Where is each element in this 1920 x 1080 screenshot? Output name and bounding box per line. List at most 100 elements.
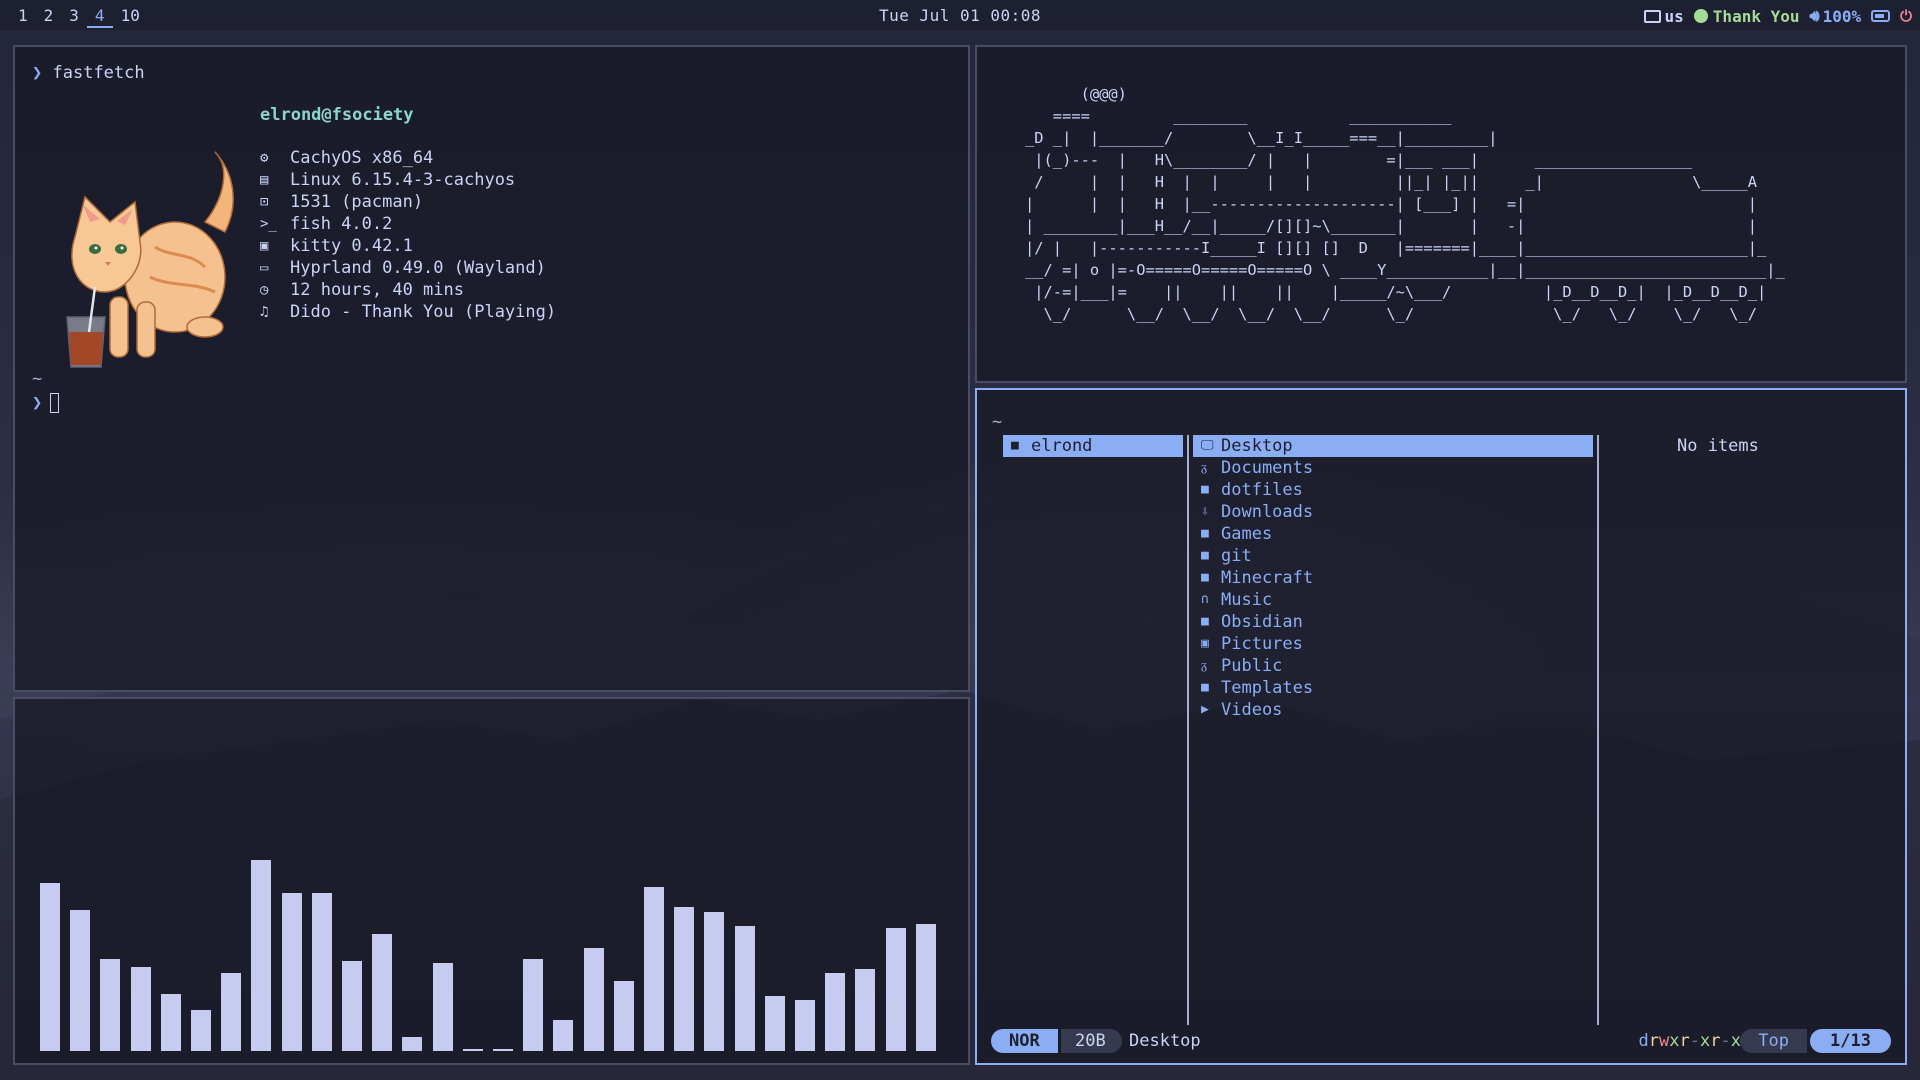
folder-icon: ■ (1201, 482, 1209, 497)
entry-music[interactable]: ∩ Music (1193, 589, 1593, 611)
item-label: Videos (1221, 700, 1283, 720)
visualizer-bar (191, 1010, 211, 1051)
volume-widget[interactable]: 🔊︎ 100% (1810, 6, 1862, 26)
clock-icon: ◷ (260, 282, 269, 298)
entry-games[interactable]: ■ Games (1193, 523, 1593, 545)
keyboard-layout-label: us (1664, 6, 1684, 26)
item-label: elrond (1031, 436, 1093, 456)
visualizer-bars (40, 831, 950, 1051)
entry-videos[interactable]: ▶ Videos (1193, 699, 1593, 721)
prompt-chevron-icon: ❯ (32, 393, 43, 413)
visualizer-bar (281, 893, 302, 1051)
visualizer-bar (795, 1000, 815, 1051)
info-row-wm: ▭ Hyprland 0.49.0 (Wayland) (260, 257, 556, 279)
permissions: drwxr-xr-x (1638, 1031, 1742, 1051)
info-row-text: CachyOS x86_64 (290, 148, 434, 168)
item-label: Music (1221, 590, 1273, 610)
entry-desktop[interactable]: 🖵 Desktop (1193, 435, 1593, 457)
visualizer-bar (493, 1049, 513, 1051)
selected-size: 20B (1061, 1029, 1122, 1053)
visualizer-bar (553, 1020, 574, 1051)
preview-empty-text: No items (1677, 436, 1759, 456)
top-bar: 1 2 3 4 10 Tue Jul 01 00:08 us Thank You… (0, 0, 1920, 30)
clock[interactable]: Tue Jul 01 00:08 (0, 6, 1920, 25)
folder-icon: ■ (1201, 614, 1209, 629)
visualizer-bar (251, 860, 272, 1051)
battery-icon[interactable] (1871, 10, 1891, 22)
audio-visualizer-window[interactable] (13, 697, 970, 1065)
entry-public[interactable]: ᵹ Public (1193, 655, 1593, 677)
info-row-text: Linux 6.15.4-3-cachyos (290, 170, 516, 190)
info-row-text: fish 4.0.2 (290, 214, 393, 234)
visualizer-bar (523, 959, 544, 1051)
active-prompt[interactable]: ❯ (32, 393, 60, 413)
item-label: Public (1221, 656, 1283, 676)
terminal-sl-train-window[interactable]: (@@@) ==== ________ ___________ _D _| |_… (975, 45, 1907, 383)
current-path: ~ (992, 412, 1003, 432)
visualizer-bar (221, 973, 242, 1051)
visualizer-bar (885, 928, 906, 1051)
music-icon: ♫ (260, 304, 269, 320)
yazi-file-manager-window[interactable]: ~ ■ elrond 🖵 Desktop ᵹ Documents ■ dotfiles… (975, 388, 1907, 1065)
server-icon: ▤ (260, 172, 269, 188)
visualizer-bar (402, 1037, 423, 1051)
volume-label: 100% (1822, 6, 1862, 26)
media-widget[interactable]: Thank You (1693, 6, 1800, 26)
item-label: Minecraft (1221, 568, 1314, 588)
visualizer-bar (613, 981, 634, 1051)
info-row-kernel: ▤ Linux 6.15.4-3-cachyos (260, 169, 556, 191)
entry-minecraft[interactable]: ■ Minecraft (1193, 567, 1593, 589)
visualizer-bar (583, 948, 604, 1051)
keyboard-layout-widget[interactable]: us (1643, 6, 1684, 26)
info-row-text: Hyprland 0.49.0 (Wayland) (290, 258, 546, 278)
cat-logo-image (66, 151, 234, 368)
terminal-fastfetch-window[interactable]: ❯ fastfetch elrond@fsociety ⚙ CachyOS x86… (13, 45, 970, 692)
system-info: elrond@fsociety ⚙ CachyOS x86_64 ▤ Linux 6… (260, 105, 556, 323)
column-divider (1597, 435, 1599, 1025)
visualizer-bar (462, 1049, 483, 1051)
info-row-text: 1531 (pacman) (290, 192, 424, 212)
item-label: Documents (1221, 458, 1314, 478)
info-row-shell: >_ fish 4.0.2 (260, 213, 556, 235)
headphones-icon: ∩ (1201, 592, 1209, 607)
parent-column: ■ elrond (1003, 435, 1183, 457)
info-row-packages: ⊡ 1531 (pacman) (260, 191, 556, 213)
entry-templates[interactable]: ■ Templates (1193, 677, 1593, 699)
system-tray: us Thank You 🔊︎ 100% ⏻ (1643, 6, 1912, 26)
user-host: elrond@fsociety (260, 105, 414, 125)
spotify-icon (1693, 9, 1708, 23)
ascii-train-art: (@@@) ==== ________ ___________ _D _| |_… (1025, 85, 1785, 323)
parent-item-elrond[interactable]: ■ elrond (1003, 435, 1183, 457)
entry-git[interactable]: ■ git (1193, 545, 1593, 567)
entry-pictures[interactable]: ▣ Pictures (1193, 633, 1593, 655)
visualizer-bar (855, 969, 876, 1051)
video-icon: ▶ (1201, 702, 1209, 717)
visualizer-bar (915, 924, 936, 1051)
item-label: Templates (1221, 678, 1314, 698)
column-divider (1187, 435, 1189, 1025)
now-playing-label: Thank You (1712, 6, 1800, 26)
entry-dotfiles[interactable]: ■ dotfiles (1193, 479, 1593, 501)
command-text: fastfetch (52, 63, 145, 83)
info-row-text: kitty 0.42.1 (290, 236, 413, 256)
keyboard-icon (1643, 9, 1661, 23)
preview-column: No items (1677, 435, 1759, 457)
entry-obsidian[interactable]: ■ Obsidian (1193, 611, 1593, 633)
visualizer-bar (40, 883, 60, 1051)
text-cursor (50, 393, 60, 413)
mode-indicator: NOR (991, 1029, 1058, 1053)
folder-icon: ■ (1201, 548, 1209, 563)
visualizer-bar (70, 910, 91, 1051)
scroll-indicator: Top (1740, 1029, 1807, 1053)
entry-documents[interactable]: ᵹ Documents (1193, 457, 1593, 479)
power-icon[interactable]: ⏻ (1900, 7, 1912, 25)
document-icon: ᵹ (1201, 460, 1208, 475)
visualizer-bar (734, 926, 755, 1051)
visualizer-bar (825, 973, 846, 1051)
entry-downloads[interactable]: ⇩ Downloads (1193, 501, 1593, 523)
item-label: git (1221, 546, 1252, 566)
item-label: Pictures (1221, 634, 1303, 654)
folder-icon: ■ (1011, 438, 1019, 453)
visualizer-bar (764, 996, 785, 1051)
visualizer-bar (704, 912, 725, 1051)
